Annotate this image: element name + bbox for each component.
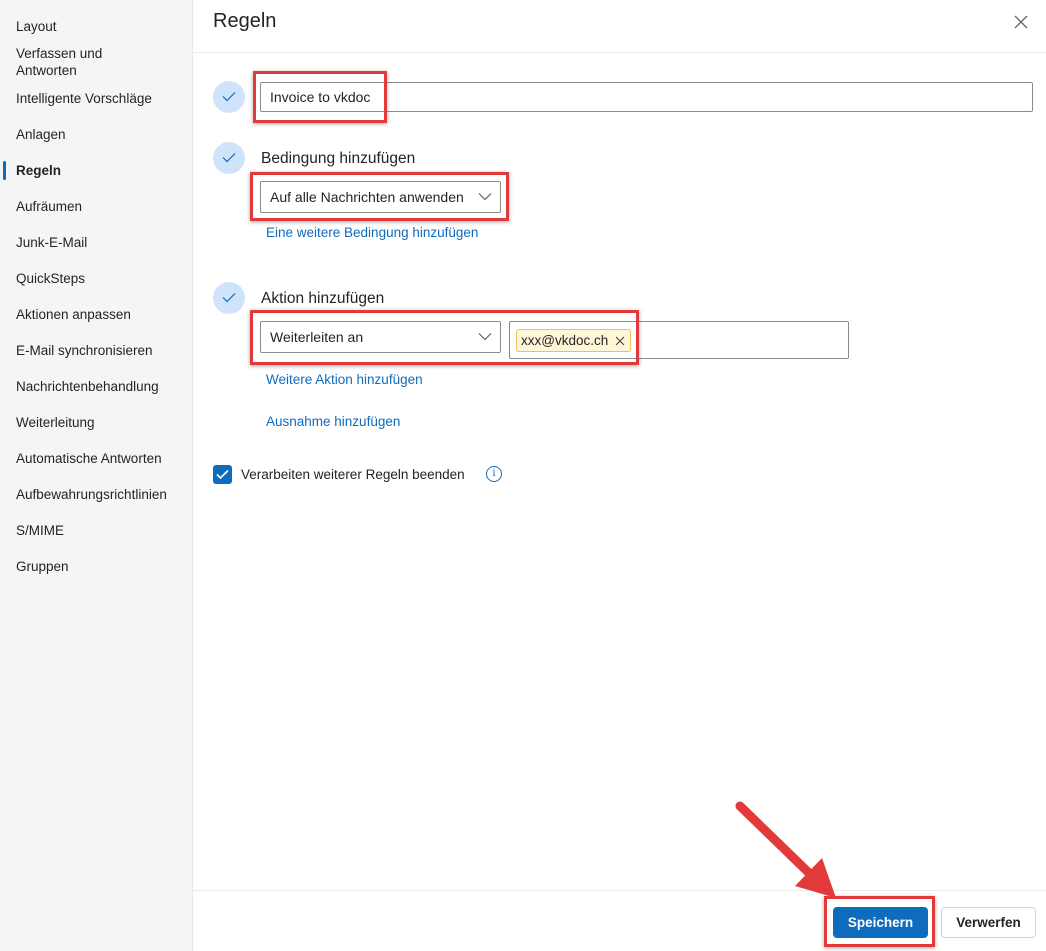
settings-sidebar: Layout Verfassen und Antworten Intellige… xyxy=(0,0,193,951)
chevron-down-icon xyxy=(478,333,492,341)
add-condition-link[interactable]: Eine weitere Bedingung hinzufügen xyxy=(266,225,478,240)
recipient-address: xxx@vkdoc.ch xyxy=(521,333,609,348)
recipient-chip: xxx@vkdoc.ch xyxy=(516,329,632,352)
sidebar-item-intelligente-vorschlaege[interactable]: Intelligente Vorschläge xyxy=(16,90,186,107)
step-action-check xyxy=(213,282,245,314)
sidebar-item-automatische-antworten[interactable]: Automatische Antworten xyxy=(16,450,186,467)
rule-name-input[interactable]: Invoice to vkdoc xyxy=(260,82,1033,112)
step-name-check xyxy=(213,81,245,113)
sidebar-item-junk-e-mail[interactable]: Junk-E-Mail xyxy=(16,234,186,251)
step-condition-check xyxy=(213,142,245,174)
check-icon xyxy=(216,469,229,480)
sidebar-item-verfassen-und-antworten[interactable]: Verfassen und Antworten xyxy=(16,45,126,79)
page-title: Regeln xyxy=(213,10,277,32)
condition-heading: Bedingung hinzufügen xyxy=(261,150,416,167)
close-icon xyxy=(1014,15,1028,29)
sidebar-item-quicksteps[interactable]: QuickSteps xyxy=(16,270,186,287)
add-action-link[interactable]: Weitere Aktion hinzufügen xyxy=(266,372,423,387)
condition-selected-value: Auf alle Nachrichten anwenden xyxy=(270,189,464,205)
add-exception-link[interactable]: Ausnahme hinzufügen xyxy=(266,414,400,429)
save-button[interactable]: Speichern xyxy=(833,907,928,938)
sidebar-item-anlagen[interactable]: Anlagen xyxy=(16,126,186,143)
action-heading: Aktion hinzufügen xyxy=(261,290,385,307)
remove-icon[interactable] xyxy=(615,336,625,346)
recipient-input[interactable]: xxx@vkdoc.ch xyxy=(509,321,849,359)
check-icon xyxy=(222,92,236,102)
sidebar-item-nachrichtenbehandlung[interactable]: Nachrichtenbehandlung xyxy=(16,378,186,395)
stop-processing-checkbox[interactable] xyxy=(213,465,232,484)
condition-dropdown[interactable]: Auf alle Nachrichten anwenden xyxy=(260,181,501,213)
action-selected-value: Weiterleiten an xyxy=(270,329,364,345)
check-icon xyxy=(222,153,236,163)
sidebar-item-aufraeumen[interactable]: Aufräumen xyxy=(16,198,186,215)
action-dropdown[interactable]: Weiterleiten an xyxy=(260,321,501,353)
stop-processing-label: Verarbeiten weiterer Regeln beenden xyxy=(241,467,465,482)
sidebar-item-layout[interactable]: Layout xyxy=(16,18,186,35)
chevron-down-icon xyxy=(478,193,492,201)
sidebar-item-gruppen[interactable]: Gruppen xyxy=(16,558,186,575)
sidebar-item-weiterleitung[interactable]: Weiterleitung xyxy=(16,414,186,431)
sidebar-item-aufbewahrungsrichtlinien[interactable]: Aufbewahrungsrichtlinien xyxy=(16,486,186,503)
info-icon[interactable]: i xyxy=(486,466,502,482)
sidebar-item-e-mail-synchronisieren[interactable]: E-Mail synchronisieren xyxy=(16,342,186,359)
close-button[interactable] xyxy=(1010,11,1032,33)
sidebar-item-aktionen-anpassen[interactable]: Aktionen anpassen xyxy=(16,306,186,323)
check-icon xyxy=(222,293,236,303)
footer-divider xyxy=(193,890,1046,891)
sidebar-item-regeln[interactable]: Regeln xyxy=(16,162,186,179)
rules-panel: Regeln Invoice to vkdoc Bedingung hinzuf… xyxy=(193,0,1046,951)
active-nav-indicator xyxy=(3,161,6,180)
discard-button[interactable]: Verwerfen xyxy=(941,907,1036,938)
sidebar-item-smime[interactable]: S/MIME xyxy=(16,522,186,539)
header-divider xyxy=(193,52,1046,53)
